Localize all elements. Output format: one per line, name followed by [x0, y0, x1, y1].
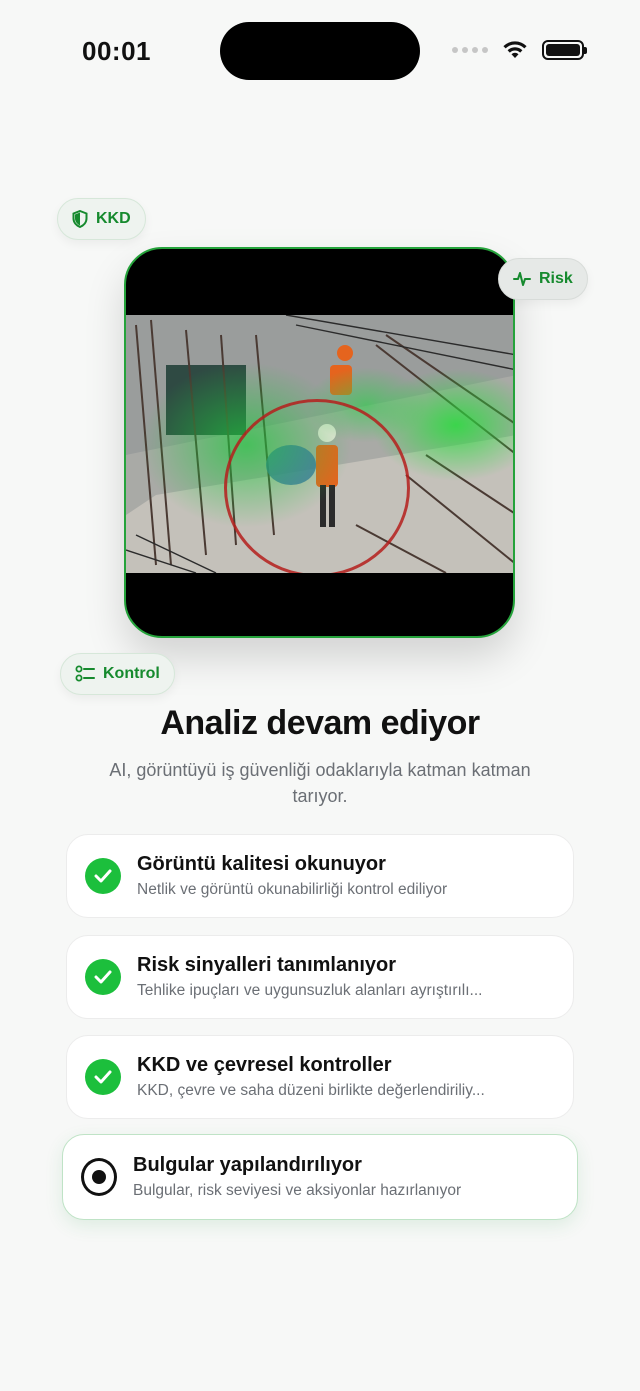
check-circle-icon — [85, 959, 121, 995]
shield-icon — [72, 210, 88, 228]
step-description: Bulgular, risk seviyesi ve aksiyonlar ha… — [133, 1182, 462, 1199]
battery-icon — [542, 40, 587, 60]
in-progress-radio-icon — [81, 1158, 117, 1196]
step-description: Netlik ve görüntü okunabilirliği kontrol… — [137, 881, 448, 898]
step-title: Bulgular yapılandırılıyor — [133, 1154, 362, 1176]
chip-risk-label: Risk — [539, 270, 573, 287]
step-title: Görüntü kalitesi okunuyor — [137, 853, 386, 875]
step-item-ppe-controls: KKD ve çevresel kontroller KKD, çevre ve… — [66, 1035, 574, 1119]
step-title: KKD ve çevresel kontroller — [137, 1054, 392, 1076]
step-item-findings: Bulgular yapılandırılıyor Bulgular, risk… — [62, 1134, 578, 1220]
chip-risk: Risk — [498, 258, 588, 300]
activity-pulse-icon — [513, 272, 531, 286]
chip-kkd: KKD — [57, 198, 146, 240]
construction-site-photo — [126, 315, 513, 573]
status-icons — [452, 40, 587, 60]
cellular-signal-icon — [452, 47, 488, 53]
checklist-icon — [75, 665, 95, 682]
step-item-image-quality: Görüntü kalitesi okunuyor Netlik ve görü… — [66, 834, 574, 918]
status-time: 00:01 — [82, 36, 151, 66]
page-subtitle: AI, görüntüyü iş güvenliği odaklarıyla k… — [109, 760, 531, 806]
chip-kkd-label: KKD — [96, 210, 131, 227]
analysis-image-card — [124, 247, 515, 638]
step-title: Risk sinyalleri tanımlanıyor — [137, 954, 396, 976]
page-title: Analiz devam ediyor — [160, 704, 480, 742]
dynamic-island — [220, 22, 420, 80]
risk-highlight-circle — [224, 399, 410, 573]
wifi-icon — [503, 41, 527, 58]
step-description: Tehlike ipuçları ve uygunsuzluk alanları… — [137, 982, 483, 999]
check-circle-icon — [85, 858, 121, 894]
chip-kontrol: Kontrol — [60, 653, 175, 695]
chip-kontrol-label: Kontrol — [103, 665, 160, 682]
step-description: KKD, çevre ve saha düzeni birlikte değer… — [137, 1082, 485, 1099]
check-circle-icon — [85, 1059, 121, 1095]
step-item-risk-signals: Risk sinyalleri tanımlanıyor Tehlike ipu… — [66, 935, 574, 1019]
